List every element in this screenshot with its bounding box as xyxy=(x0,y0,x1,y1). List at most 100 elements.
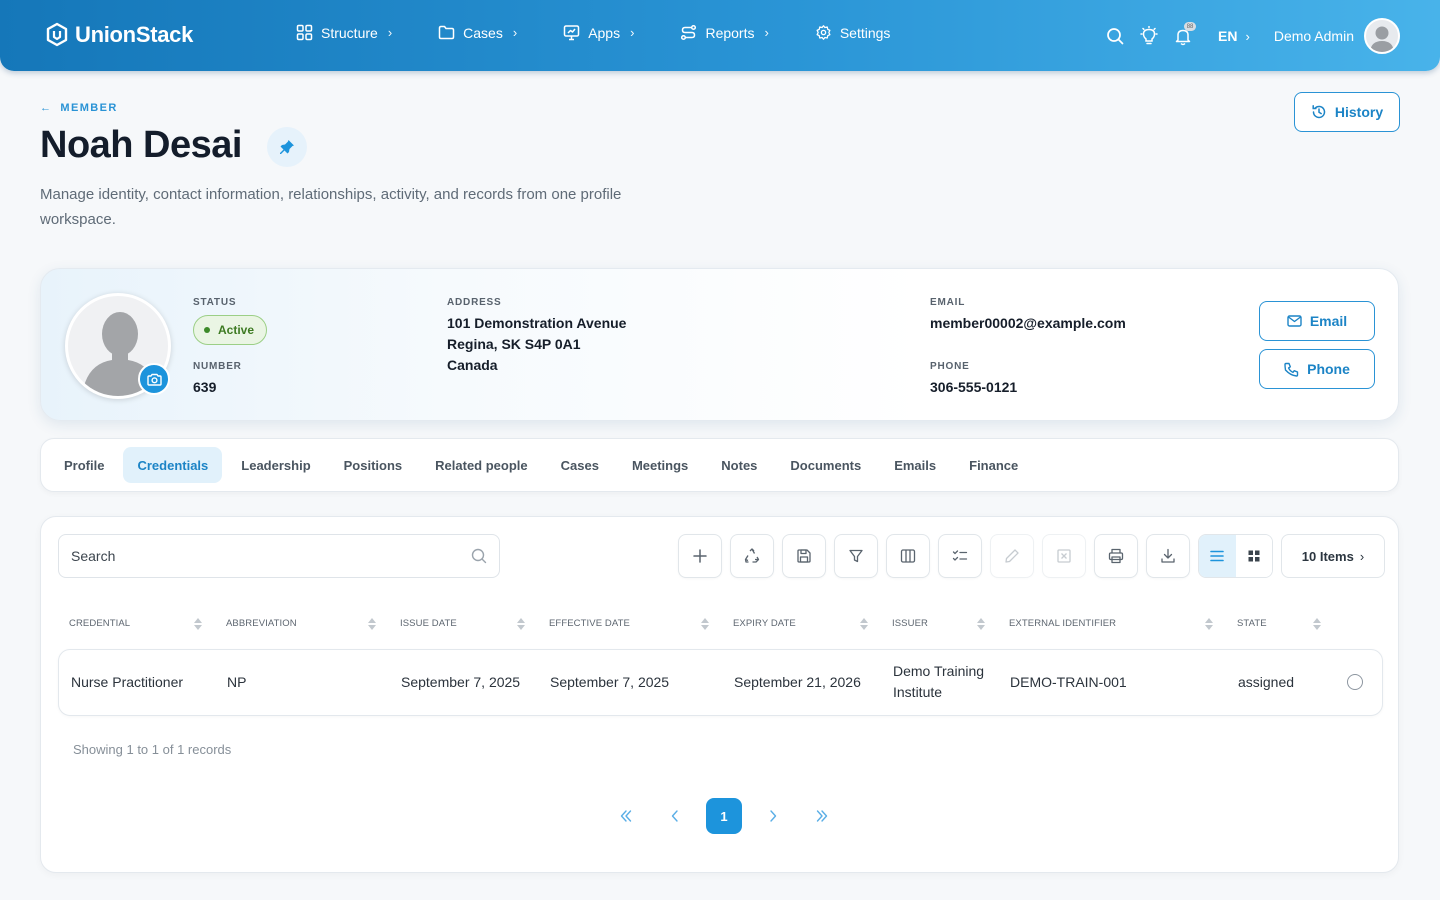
tab-positions[interactable]: Positions xyxy=(330,447,417,483)
tab-related-people[interactable]: Related people xyxy=(421,447,541,483)
previous-page-button[interactable] xyxy=(657,798,693,834)
envelope-icon xyxy=(1287,315,1302,327)
column-header-effective-date: EFFECTIVE DATE xyxy=(549,618,630,629)
search-box xyxy=(58,534,500,578)
number-value: 639 xyxy=(193,379,217,395)
sort-icon[interactable] xyxy=(700,616,710,632)
recycle-icon xyxy=(744,548,760,564)
column-header-abbreviation: ABBREVIATION xyxy=(226,618,297,629)
email-button-label: Email xyxy=(1309,313,1348,329)
sort-icon[interactable] xyxy=(1204,616,1214,632)
monitor-icon xyxy=(563,24,580,41)
column-header-issue-date: ISSUE DATE xyxy=(400,618,457,629)
edit-button[interactable] xyxy=(990,534,1034,578)
sort-icon[interactable] xyxy=(1312,616,1322,632)
print-button[interactable] xyxy=(1094,534,1138,578)
tab-profile[interactable]: Profile xyxy=(50,447,118,483)
nav-structure[interactable]: Structure › xyxy=(296,24,392,41)
lightbulb-icon[interactable] xyxy=(1138,25,1160,47)
chevron-right-icon: › xyxy=(387,25,393,40)
first-page-button[interactable] xyxy=(608,798,644,834)
next-page-button[interactable] xyxy=(755,798,791,834)
sort-icon[interactable] xyxy=(516,616,526,632)
table-toolbar: 10 Items › xyxy=(678,534,1385,578)
brand-logo[interactable]: UnionStack xyxy=(45,22,193,48)
email-value: member00002@example.com xyxy=(930,315,1126,331)
filter-icon xyxy=(848,548,864,564)
main-nav: Structure › Cases › Apps › Reports › Set… xyxy=(296,24,890,41)
column-header-external-identifier: EXTERNAL IDENTIFIER xyxy=(1009,618,1117,629)
cell-state: assigned xyxy=(1238,674,1295,690)
tab-cases[interactable]: Cases xyxy=(547,447,613,483)
tab-emails[interactable]: Emails xyxy=(880,447,950,483)
recycle-button[interactable] xyxy=(730,534,774,578)
cell-abbreviation: NP xyxy=(227,674,247,690)
phone-value: 306-555-0121 xyxy=(930,379,1018,395)
list-view-button[interactable] xyxy=(1199,535,1236,577)
phone-button-label: Phone xyxy=(1307,361,1350,377)
tab-notes[interactable]: Notes xyxy=(707,447,771,483)
chevron-right-icon: › xyxy=(1359,548,1365,564)
arrow-left-icon: ← xyxy=(40,102,53,114)
phone-button[interactable]: Phone xyxy=(1259,349,1375,389)
sort-icon[interactable] xyxy=(193,616,203,632)
chevron-left-icon xyxy=(668,809,682,823)
gear-icon xyxy=(815,24,832,41)
nav-reports[interactable]: Reports › xyxy=(680,24,769,41)
sort-icon[interactable] xyxy=(976,616,986,632)
language-selector[interactable]: EN › xyxy=(1218,28,1250,44)
double-chevron-left-icon xyxy=(619,809,633,823)
profile-summary-card: STATUS Active NUMBER 639 ADDRESS 101 Dem… xyxy=(40,268,1399,421)
row-select-radio[interactable] xyxy=(1347,674,1363,690)
upload-photo-button[interactable] xyxy=(138,363,170,395)
select-rows-button[interactable] xyxy=(938,534,982,578)
edit-icon xyxy=(1004,548,1020,564)
columns-button[interactable] xyxy=(886,534,930,578)
table-row[interactable]: Nurse Practitioner NP September 7, 2025 … xyxy=(58,649,1383,716)
column-header-expiry-date: EXPIRY DATE xyxy=(733,618,796,629)
search-icon[interactable] xyxy=(471,548,487,564)
items-label: 10 Items xyxy=(1301,548,1354,564)
email-label: EMAIL xyxy=(930,297,966,308)
column-header-issuer: ISSUER xyxy=(892,618,928,629)
nav-cases[interactable]: Cases › xyxy=(438,25,517,41)
clock-history-icon xyxy=(1311,104,1327,120)
user-name[interactable]: Demo Admin xyxy=(1274,28,1354,44)
chevron-right-icon: › xyxy=(1245,28,1250,44)
grid-view-button[interactable] xyxy=(1235,535,1272,577)
sort-icon[interactable] xyxy=(859,616,869,632)
tab-meetings[interactable]: Meetings xyxy=(618,447,702,483)
nav-apps[interactable]: Apps › xyxy=(563,24,634,41)
back-to-member-link[interactable]: ← MEMBER xyxy=(40,102,118,114)
delete-button[interactable] xyxy=(1042,534,1086,578)
items-per-page-select[interactable]: 10 Items › xyxy=(1281,534,1385,578)
user-avatar[interactable] xyxy=(1364,18,1400,54)
nav-label: Settings xyxy=(839,24,891,41)
tab-leadership[interactable]: Leadership xyxy=(227,447,324,483)
bell-icon[interactable]: 88 xyxy=(1172,22,1197,47)
grid-icon xyxy=(296,24,313,41)
column-header-credential: CREDENTIAL xyxy=(69,618,131,629)
tab-credentials[interactable]: Credentials xyxy=(123,447,223,483)
nav-settings[interactable]: Settings xyxy=(815,24,891,41)
download-button[interactable] xyxy=(1146,534,1190,578)
search-input[interactable] xyxy=(71,548,451,564)
save-button[interactable] xyxy=(782,534,826,578)
filter-button[interactable] xyxy=(834,534,878,578)
add-button[interactable] xyxy=(678,534,722,578)
nav-label: Cases xyxy=(463,24,503,41)
tab-finance[interactable]: Finance xyxy=(955,447,1032,483)
history-button[interactable]: History xyxy=(1294,92,1400,132)
pin-button[interactable] xyxy=(267,127,307,167)
last-page-button[interactable] xyxy=(804,798,840,834)
status-value: Active xyxy=(218,323,255,337)
sort-icon[interactable] xyxy=(367,616,377,632)
search-icon[interactable] xyxy=(1104,25,1126,47)
number-label: NUMBER xyxy=(193,361,242,372)
tab-documents[interactable]: Documents xyxy=(776,447,875,483)
status-dot xyxy=(204,327,210,333)
page-button-current[interactable]: 1 xyxy=(706,798,742,834)
email-button[interactable]: Email xyxy=(1259,301,1375,341)
checklist-icon xyxy=(952,548,968,564)
page-description: Manage identity, contact information, re… xyxy=(40,186,622,228)
